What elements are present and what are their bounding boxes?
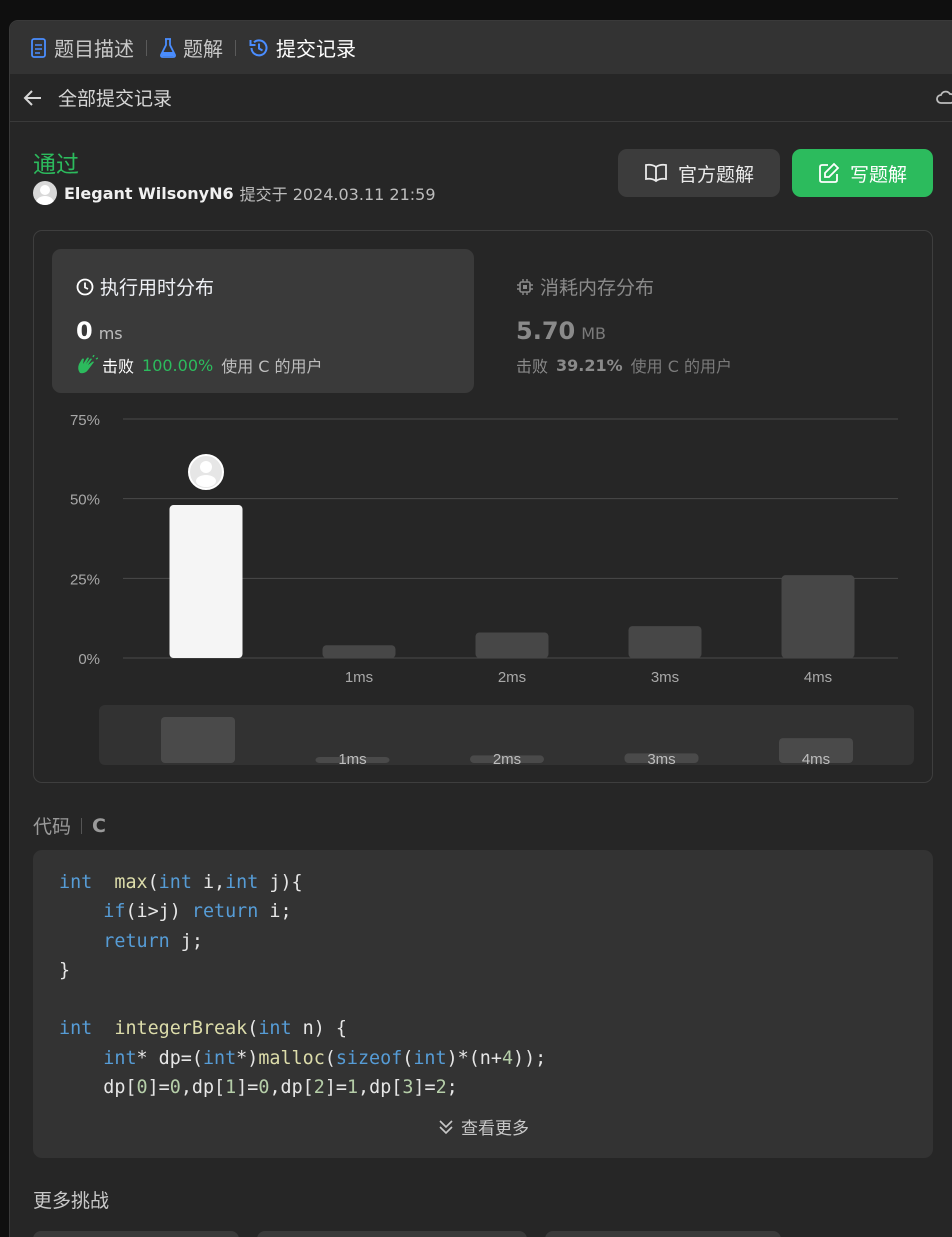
- history-icon: [249, 38, 268, 56]
- histogram-bar: [781, 575, 855, 658]
- runtime-distribution-chart[interactable]: 0% 25% 50% 75% 1ms 2ms 3ms 4ms: [34, 401, 932, 701]
- navigator-tick-label: 2ms: [493, 751, 521, 765]
- histogram-bar: [322, 645, 396, 658]
- label-divider: [81, 817, 83, 834]
- code-line: return j;: [103, 930, 203, 952]
- chart-range-navigator[interactable]: 1ms 2ms 3ms 4ms: [99, 705, 914, 765]
- navigator-tick-label: 1ms: [338, 751, 366, 765]
- runtime-title: 执行用时分布: [100, 277, 215, 299]
- navigator-tick-label: 3ms: [647, 751, 675, 765]
- navigator-tick-label: 4ms: [802, 751, 830, 765]
- navigator-bar: [161, 717, 235, 763]
- submission-meta: Elegant WilsonyN6 提交于 2024.03.11 21:59: [33, 181, 436, 205]
- tab-description-label: 题目描述: [54, 37, 134, 61]
- memory-value: 5.70: [516, 317, 576, 345]
- memory-percent: 39.21%: [556, 355, 623, 375]
- runtime-unit: ms: [98, 324, 123, 343]
- code-line: if(i>j) return i;: [103, 901, 292, 923]
- submission-status: 通过: [33, 152, 79, 178]
- memory-title: 消耗内存分布: [540, 277, 655, 299]
- x-tick-label: 1ms: [345, 669, 373, 686]
- code-line: dp[0]=0,dp[1]=0,dp[2]=1,dp[3]=2;: [59, 1077, 458, 1099]
- memory-stat-card[interactable]: 消耗内存分布 5.70 MB 击败 39.21% 使用 C 的用户: [492, 249, 912, 393]
- view-more-button[interactable]: 查看更多: [33, 1114, 933, 1139]
- runtime-suffix: 使用 C 的用户: [221, 357, 323, 376]
- code-line: }: [59, 959, 71, 981]
- runtime-value: 0: [76, 317, 93, 345]
- submission-subheader: 全部提交记录: [10, 74, 952, 122]
- code-section-label: 代码 C: [33, 812, 106, 839]
- official-solution-button[interactable]: 官方题解: [618, 149, 780, 197]
- x-tick-label: 3ms: [651, 669, 679, 686]
- flask-icon: [160, 37, 176, 58]
- tab-submissions-label: 提交记录: [276, 37, 356, 61]
- challenge-card[interactable]: [257, 1231, 527, 1237]
- x-tick-label: 2ms: [498, 669, 526, 686]
- username[interactable]: Elegant WilsonyN6: [64, 184, 234, 203]
- edit-icon: [819, 162, 840, 183]
- more-challenges-title: 更多挑战: [33, 1190, 110, 1212]
- tab-solutions[interactable]: 题解: [159, 33, 223, 62]
- tab-divider: [235, 39, 236, 56]
- challenge-card[interactable]: [545, 1231, 781, 1237]
- y-tick-label: 75%: [70, 412, 100, 429]
- y-tick-label: 50%: [70, 492, 100, 509]
- tab-solutions-label: 题解: [183, 37, 223, 61]
- submitted-time: 提交于 2024.03.11 21:59: [239, 185, 436, 204]
- runtime-percent: 100.00%: [142, 355, 214, 375]
- submission-panel: 题目描述 题解 提交记录 全部提交记录 通过 Elegant WilsonyN6…: [9, 20, 952, 1237]
- memory-suffix: 使用 C 的用户: [630, 357, 733, 376]
- write-solution-label: 写题解: [849, 163, 907, 186]
- runtime-stat-card[interactable]: 执行用时分布 0 ms 击败 100.00% 使用 C 的用户: [52, 249, 474, 393]
- tab-bar: 题目描述 题解 提交记录: [10, 21, 952, 74]
- write-solution-button[interactable]: 写题解: [792, 149, 933, 197]
- avatar[interactable]: [33, 181, 57, 205]
- tab-submissions[interactable]: 提交记录: [248, 33, 356, 62]
- avatar-body: [196, 475, 216, 488]
- code-block: int max(int i,int j){ if(i>j) return i; …: [33, 850, 933, 1158]
- code-line: int* dp=(int*)malloc(sizeof(int)*(n+4));: [103, 1047, 547, 1069]
- book-icon: [645, 163, 667, 183]
- code-language: C: [92, 814, 106, 837]
- code-label: 代码: [33, 816, 72, 838]
- avatar-head: [200, 461, 212, 474]
- runtime-beat-word: 击败: [102, 357, 135, 376]
- histogram-bar: [475, 632, 549, 658]
- back-arrow-icon[interactable]: [22, 87, 44, 109]
- cloud-icon[interactable]: [936, 88, 952, 108]
- tab-description[interactable]: 题目描述: [30, 33, 134, 62]
- view-more-label: 查看更多: [461, 1119, 529, 1139]
- user-avatar-marker: [188, 454, 224, 491]
- distribution-card: 执行用时分布 0 ms 击败 100.00% 使用 C 的用户 消耗内存分布 5.…: [33, 230, 933, 783]
- code-line: int max(int i,int j){: [59, 872, 303, 893]
- x-tick-label: 4ms: [804, 669, 832, 686]
- histogram-bar: [169, 505, 243, 658]
- code-line: int integerBreak(int n) {: [59, 1018, 347, 1040]
- all-submissions-link[interactable]: 全部提交记录: [58, 84, 172, 111]
- memory-unit: MB: [581, 324, 606, 343]
- chip-icon: [517, 278, 533, 295]
- memory-beat-word: 击败: [516, 357, 549, 376]
- doc-icon: [31, 37, 46, 58]
- code-content: int max(int i,int j){ if(i>j) return i; …: [59, 868, 546, 1102]
- y-tick-label: 0%: [78, 651, 100, 668]
- chevrons-down-icon: [439, 1119, 453, 1134]
- histogram-bar: [628, 626, 702, 658]
- official-solution-label: 官方题解: [677, 163, 754, 186]
- tab-divider: [146, 39, 147, 56]
- clap-icon: [78, 355, 98, 374]
- y-tick-label: 25%: [70, 571, 100, 588]
- challenge-card[interactable]: [33, 1231, 239, 1237]
- clock-icon: [76, 278, 94, 295]
